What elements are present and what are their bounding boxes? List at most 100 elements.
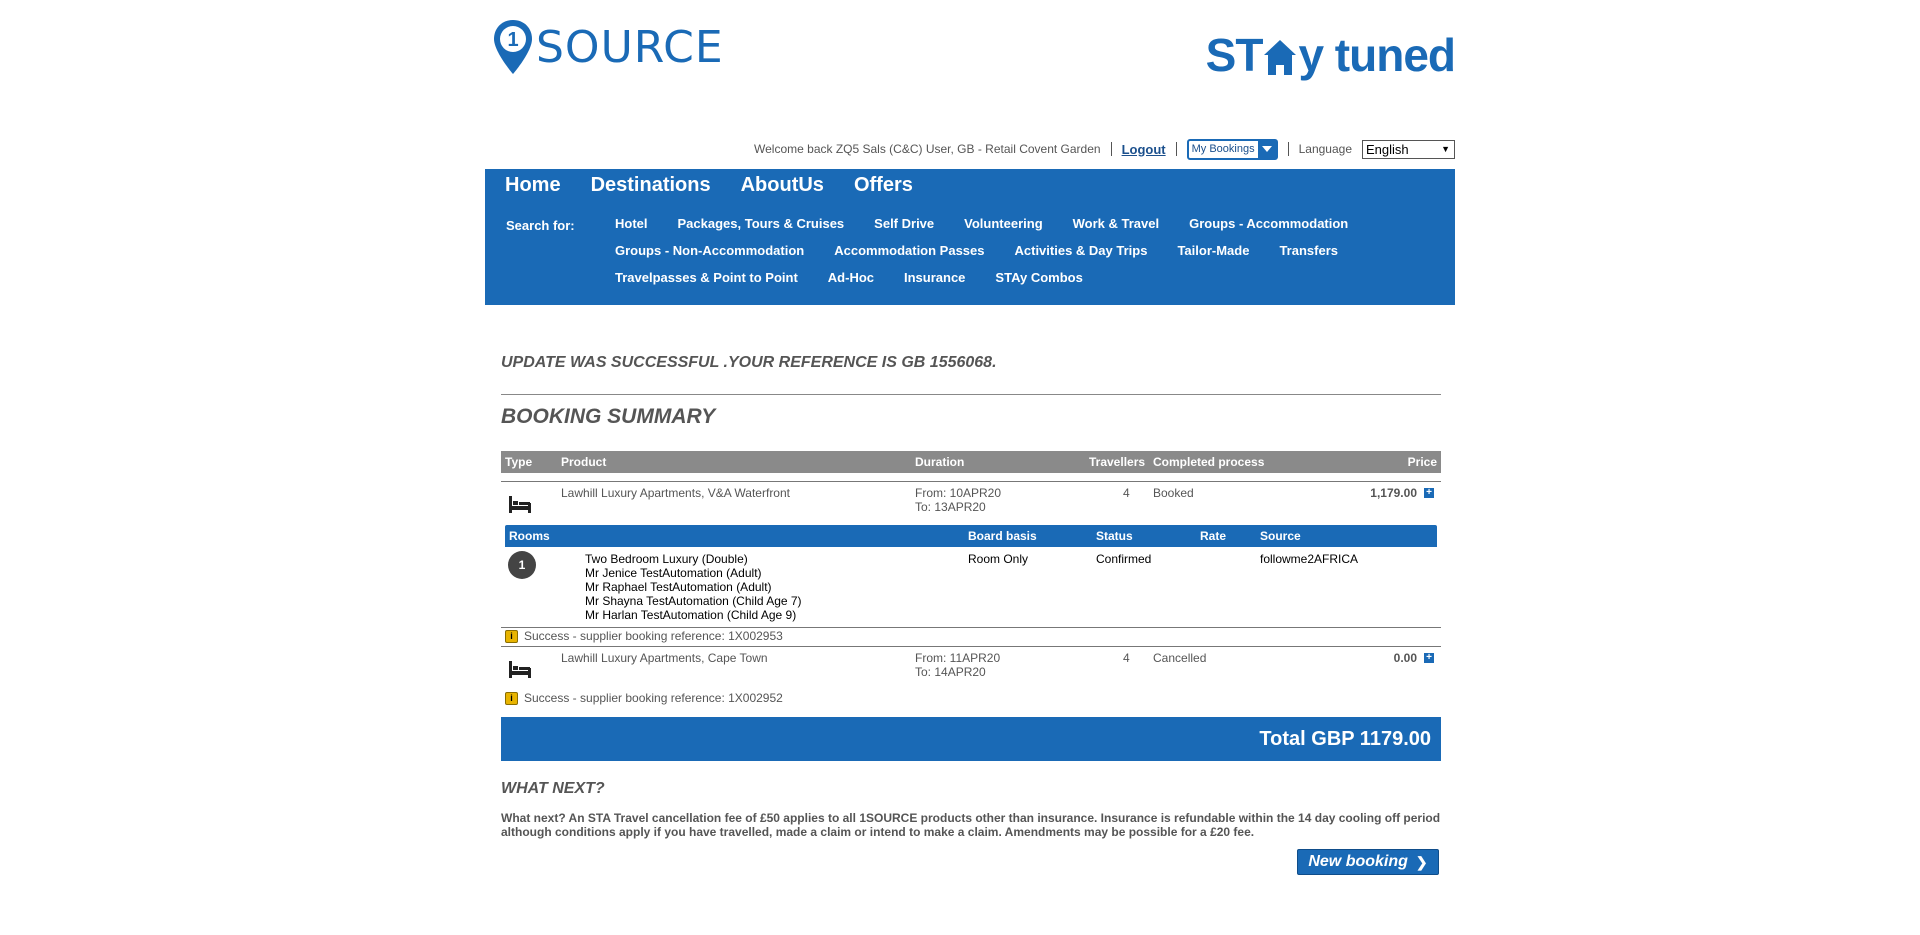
col-price: Price [1407, 455, 1437, 469]
col-type: Type [505, 455, 533, 469]
link-volunteering[interactable]: Volunteering [964, 216, 1042, 243]
col-travellers: Travellers [1089, 455, 1146, 469]
new-booking-button[interactable]: New booking ❯ [1297, 849, 1439, 875]
nav-about-us[interactable]: AboutUs [741, 174, 824, 197]
travellers-count: 4 [1123, 651, 1130, 665]
traveller-name: Mr Raphael TestAutomation (Adult) [585, 580, 772, 594]
room-status-value: Confirmed [1096, 552, 1152, 566]
primary-nav: Home Destinations AboutUs Offers [505, 174, 943, 197]
expand-icon[interactable]: + [1424, 653, 1434, 663]
nav-destinations[interactable]: Destinations [591, 174, 711, 197]
price: 0.00 [1393, 651, 1417, 665]
link-activities[interactable]: Activities & Day Trips [1015, 243, 1148, 270]
col-product: Product [561, 455, 607, 469]
what-next-text: What next? An STA Travel cancellation fe… [501, 811, 1441, 839]
supplier-reference-note: i Success - supplier booking reference: … [505, 629, 783, 643]
link-groups-accommodation[interactable]: Groups - Accommodation [1189, 216, 1348, 243]
my-bookings-dropdown[interactable]: My Bookings [1186, 138, 1278, 160]
info-icon: i [505, 629, 518, 643]
divider [501, 394, 1441, 395]
link-transfers[interactable]: Transfers [1279, 243, 1338, 270]
link-work-travel[interactable]: Work & Travel [1073, 216, 1159, 243]
svg-text:1: 1 [507, 29, 518, 51]
booking-row: Lawhill Luxury Apartments, V&A Waterfron… [501, 482, 1441, 522]
stay-logo-text-b: y tuned [1298, 29, 1456, 81]
language-select[interactable]: English ▼ [1362, 139, 1455, 159]
duration: From: 11APR20 To: 14APR20 [915, 651, 1000, 679]
travellers-count: 4 [1123, 486, 1130, 500]
traveller-name: Mr Harlan TestAutomation (Child Age 9) [585, 608, 797, 622]
link-ad-hoc[interactable]: Ad-Hoc [828, 270, 874, 297]
search-for-label: Search for: [506, 218, 575, 233]
search-links-row: Groups - Non-Accommodation Accommodation… [615, 243, 1435, 270]
rooms-table-header: Rooms Board basis Status Rate Source [505, 525, 1437, 547]
search-links-row: Hotel Packages, Tours & Cruises Self Dri… [615, 216, 1435, 243]
col-source: Source [1260, 529, 1301, 543]
duration-to: To: 14APR20 [915, 665, 986, 679]
product-name: Lawhill Luxury Apartments, V&A Waterfron… [561, 486, 790, 500]
room-details: Two Bedroom Luxury (Double) Mr Jenice Te… [585, 552, 802, 622]
link-travelpasses[interactable]: Travelpasses & Point to Point [615, 270, 798, 297]
link-hotel[interactable]: Hotel [615, 216, 648, 243]
link-packages[interactable]: Packages, Tours & Cruises [678, 216, 845, 243]
room-number-badge: 1 [508, 551, 536, 579]
traveller-name: Mr Shayna TestAutomation (Child Age 7) [585, 594, 802, 608]
col-rate: Rate [1200, 529, 1227, 543]
duration: From: 10APR20 To: 13APR20 [915, 486, 1001, 514]
divider [501, 627, 1441, 628]
completed-status: Booked [1153, 486, 1194, 500]
col-completed: Completed process [1153, 455, 1265, 469]
user-bar: Welcome back ZQ5 Sals (C&C) User, GB - R… [754, 138, 1455, 160]
language-value: English [1366, 141, 1409, 157]
main-navigation: Home Destinations AboutUs Offers Search … [485, 169, 1455, 305]
divider [1175, 142, 1177, 156]
chevron-down-icon [1257, 140, 1276, 158]
col-rooms: Rooms [509, 529, 550, 543]
divider [1287, 142, 1289, 156]
search-links: Hotel Packages, Tours & Cruises Self Dri… [615, 216, 1435, 297]
nav-home[interactable]: Home [505, 174, 561, 197]
col-status: Status [1096, 529, 1133, 543]
duration-from: From: 11APR20 [915, 651, 1001, 665]
chevron-right-icon: ❯ [1415, 853, 1428, 870]
welcome-text: Welcome back ZQ5 Sals (C&C) User, GB - R… [754, 142, 1101, 156]
1source-logo[interactable]: 1 SOURCE [492, 18, 724, 76]
link-self-drive[interactable]: Self Drive [874, 216, 934, 243]
board-basis-value: Room Only [968, 552, 1029, 566]
product-name: Lawhill Luxury Apartments, Cape Town [561, 651, 768, 665]
link-insurance[interactable]: Insurance [904, 270, 965, 297]
link-stay-combos[interactable]: STAy Combos [995, 270, 1082, 297]
divider [1110, 142, 1112, 156]
info-icon: i [505, 691, 518, 705]
page: 1 SOURCE ST y tuned Welcome back ZQ5 Sals… [485, 0, 1460, 935]
what-next-title: WHAT NEXT? [501, 780, 605, 797]
expand-icon[interactable]: + [1424, 488, 1434, 498]
room-type: Two Bedroom Luxury (Double) [585, 552, 748, 566]
nav-offers[interactable]: Offers [854, 174, 913, 197]
total-bar: Total GBP 1179.00 [501, 717, 1441, 761]
logout-link[interactable]: Logout [1122, 142, 1166, 157]
duration-to: To: 13APR20 [915, 500, 986, 514]
col-duration: Duration [915, 455, 965, 469]
booking-summary-title: BOOKING SUMMARY [501, 405, 716, 428]
link-tailor-made[interactable]: Tailor-Made [1177, 243, 1249, 270]
stay-tuned-logo[interactable]: ST y tuned [1206, 28, 1456, 82]
bed-icon [509, 496, 531, 513]
language-label: Language [1298, 142, 1352, 156]
duration-from: From: 10APR20 [915, 486, 1002, 500]
source-value: followme2AFRICA [1260, 552, 1359, 566]
1source-logo-text: SOURCE [536, 21, 724, 73]
completed-status: Cancelled [1153, 651, 1207, 665]
link-accommodation-passes[interactable]: Accommodation Passes [834, 243, 984, 270]
booking-table-header: Type Product Duration Travellers Complet… [501, 451, 1441, 473]
success-message: UPDATE WAS SUCCESSFUL .YOUR REFERENCE IS… [501, 354, 997, 371]
caret-down-icon: ▼ [1441, 144, 1450, 154]
house-icon [1264, 40, 1297, 75]
link-groups-non-accommodation[interactable]: Groups - Non-Accommodation [615, 243, 804, 270]
total-amount: Total GBP 1179.00 [1259, 728, 1431, 750]
traveller-name: Mr Jenice TestAutomation (Adult) [585, 566, 762, 580]
price: 1,179.00 [1370, 486, 1417, 500]
supplier-reference-text: Success - supplier booking reference: 1X… [524, 691, 783, 705]
location-pin-icon: 1 [494, 20, 532, 74]
col-board-basis: Board basis [968, 529, 1037, 543]
